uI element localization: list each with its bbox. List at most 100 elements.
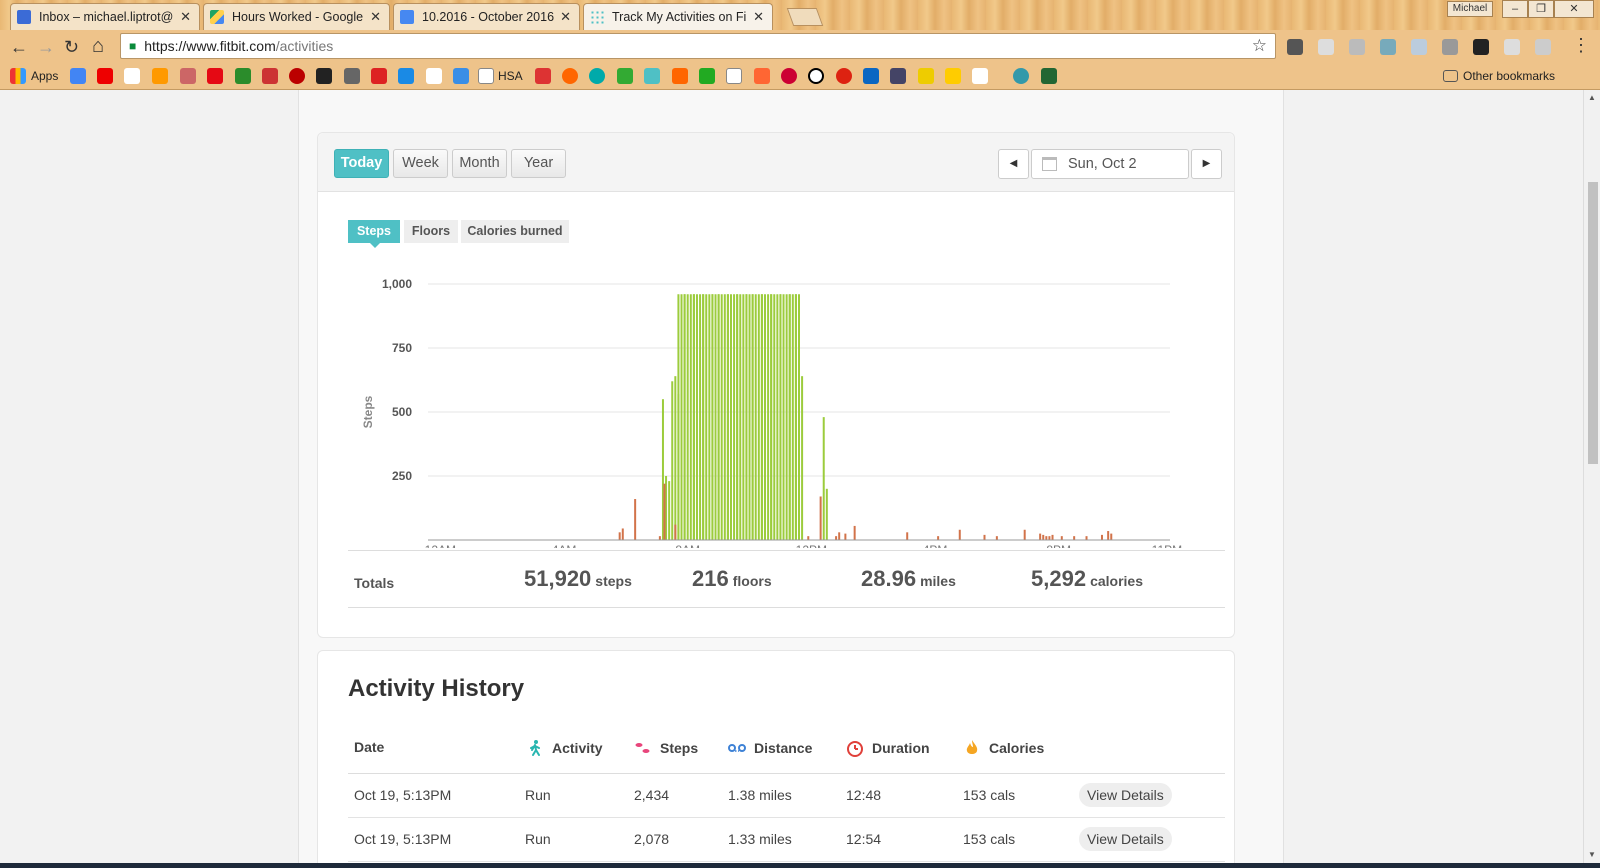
bookmark-star-icon[interactable]: ☆ [1252,36,1267,56]
wikipedia-icon[interactable] [124,68,140,84]
close-icon[interactable]: ✕ [370,9,381,25]
extension-icon[interactable] [1287,39,1303,55]
cell-activity: Run [525,787,551,803]
globe-icon[interactable] [1013,68,1029,84]
prev-day-button[interactable]: ◀ [998,149,1029,179]
extension-icon[interactable] [1411,39,1427,55]
bookmark-icon[interactable] [672,68,688,84]
bookmark-hsa[interactable]: HSA [498,69,523,83]
window-close-icon[interactable]: ✕ [1554,0,1594,18]
scroll-down-icon[interactable]: ▼ [1588,850,1596,859]
bookmark-icon[interactable] [617,68,633,84]
step-bar-light [674,524,677,540]
period-tab-today[interactable]: Today [334,149,389,178]
step-bar-light [1048,536,1051,540]
extension-icon[interactable] [1349,39,1365,55]
bookmark-icon[interactable] [918,68,934,84]
close-icon[interactable]: ✕ [180,9,191,25]
netflix-icon[interactable] [207,68,223,84]
period-tab-month[interactable]: Month [452,149,507,178]
bookmark-icon[interactable] [890,68,906,84]
fitbit-icon[interactable] [644,68,660,84]
step-bar-active [748,294,751,540]
amazon-icon[interactable] [152,68,168,84]
metric-tab-floors[interactable]: Floors [404,220,458,243]
bookmark-icon[interactable] [180,68,196,84]
bank-icon[interactable] [344,68,360,84]
google-icon[interactable] [70,68,86,84]
bookmark-icon[interactable] [781,68,797,84]
page-scrollbar[interactable]: ▲ ▼ [1583,90,1600,863]
tab-hours-worked[interactable]: Hours Worked - Google ✕ [203,3,390,30]
bookmark-apps[interactable]: Apps [31,69,58,83]
view-details-button[interactable]: View Details [1079,827,1172,851]
bookmark-icon[interactable] [945,68,961,84]
column-label: Steps [660,740,699,756]
forward-icon[interactable]: → [37,37,55,58]
close-icon[interactable]: ✕ [753,9,764,25]
home-icon[interactable]: ⌂ [92,35,104,58]
bookmark-icon[interactable] [316,68,332,84]
bookmark-icon[interactable] [589,68,605,84]
verizon-icon[interactable] [426,68,442,84]
new-tab-button[interactable] [786,8,824,26]
extension-icon[interactable] [1535,39,1551,55]
bookmark-icon[interactable] [398,68,414,84]
cell-distance: 1.33 miles [728,831,792,847]
scroll-up-icon[interactable]: ▲ [1588,93,1596,102]
bookmark-icon[interactable] [562,68,578,84]
minimize-icon[interactable]: – [1502,0,1528,18]
bookmark-icon[interactable] [535,68,551,84]
y-tick-label: 500 [392,405,412,419]
wikipedia-icon[interactable] [972,68,988,84]
bookmark-icon[interactable] [699,68,715,84]
bookmark-icon[interactable] [754,68,770,84]
bookmark-icon[interactable] [289,68,305,84]
scrollbar-thumb[interactable] [1588,182,1598,464]
page-icon[interactable] [478,68,494,84]
extension-icon[interactable] [1473,39,1489,55]
tree-icon[interactable] [1041,68,1057,84]
metric-tab-calories[interactable]: Calories burned [461,220,569,243]
tomato-icon[interactable] [836,68,852,84]
x-tick-label: 4AM [552,543,577,548]
extension-icon[interactable] [1504,39,1520,55]
tab-inbox[interactable]: Inbox – michael.liptrot@ ✕ [10,3,200,30]
reddit-icon[interactable] [726,68,742,84]
back-icon[interactable]: ← [10,37,28,58]
tab-fitbit[interactable]: Track My Activities on Fi ✕ [583,3,773,30]
step-bar-active [798,294,800,540]
profile-button[interactable]: Michael [1447,1,1493,17]
cell-distance: 1.38 miles [728,787,792,803]
step-bar-light [1107,531,1110,540]
step-bar-active [714,294,717,540]
reload-icon[interactable]: ↻ [64,37,79,58]
close-icon[interactable]: ✕ [560,9,571,25]
period-tab-week[interactable]: Week [393,149,448,178]
column-label: Distance [754,740,813,756]
metric-tab-steps[interactable]: Steps [348,220,400,248]
tab-october-doc[interactable]: 10.2016 - October 2016 - ✕ [393,3,580,30]
calendar-icon[interactable] [453,68,469,84]
hulu-icon[interactable] [235,68,251,84]
period-tab-year[interactable]: Year [511,149,566,178]
view-details-button[interactable]: View Details [1079,783,1172,807]
menu-icon[interactable]: ⋮ [1572,35,1590,56]
bookmark-icon[interactable] [371,68,387,84]
step-bar-active [695,294,698,540]
apps-icon[interactable] [10,68,26,84]
step-bar-light [663,483,666,540]
step-bar-active [671,381,674,540]
extension-icon[interactable] [1318,39,1334,55]
date-picker[interactable]: Sun, Oct 2 [1031,149,1189,179]
bookmark-icon[interactable] [808,68,824,84]
restore-icon[interactable]: ❐ [1528,0,1554,18]
youtube-icon[interactable] [97,68,113,84]
extension-icon[interactable] [1380,39,1396,55]
cast-icon[interactable] [1442,39,1458,55]
bookmark-other[interactable]: Other bookmarks [1463,69,1555,83]
linkedin-icon[interactable] [863,68,879,84]
address-bar[interactable]: ■ https://www.fitbit.com/activities ☆ [120,33,1276,59]
bookmark-icon[interactable] [262,68,278,84]
next-day-button[interactable]: ▶ [1191,149,1222,179]
